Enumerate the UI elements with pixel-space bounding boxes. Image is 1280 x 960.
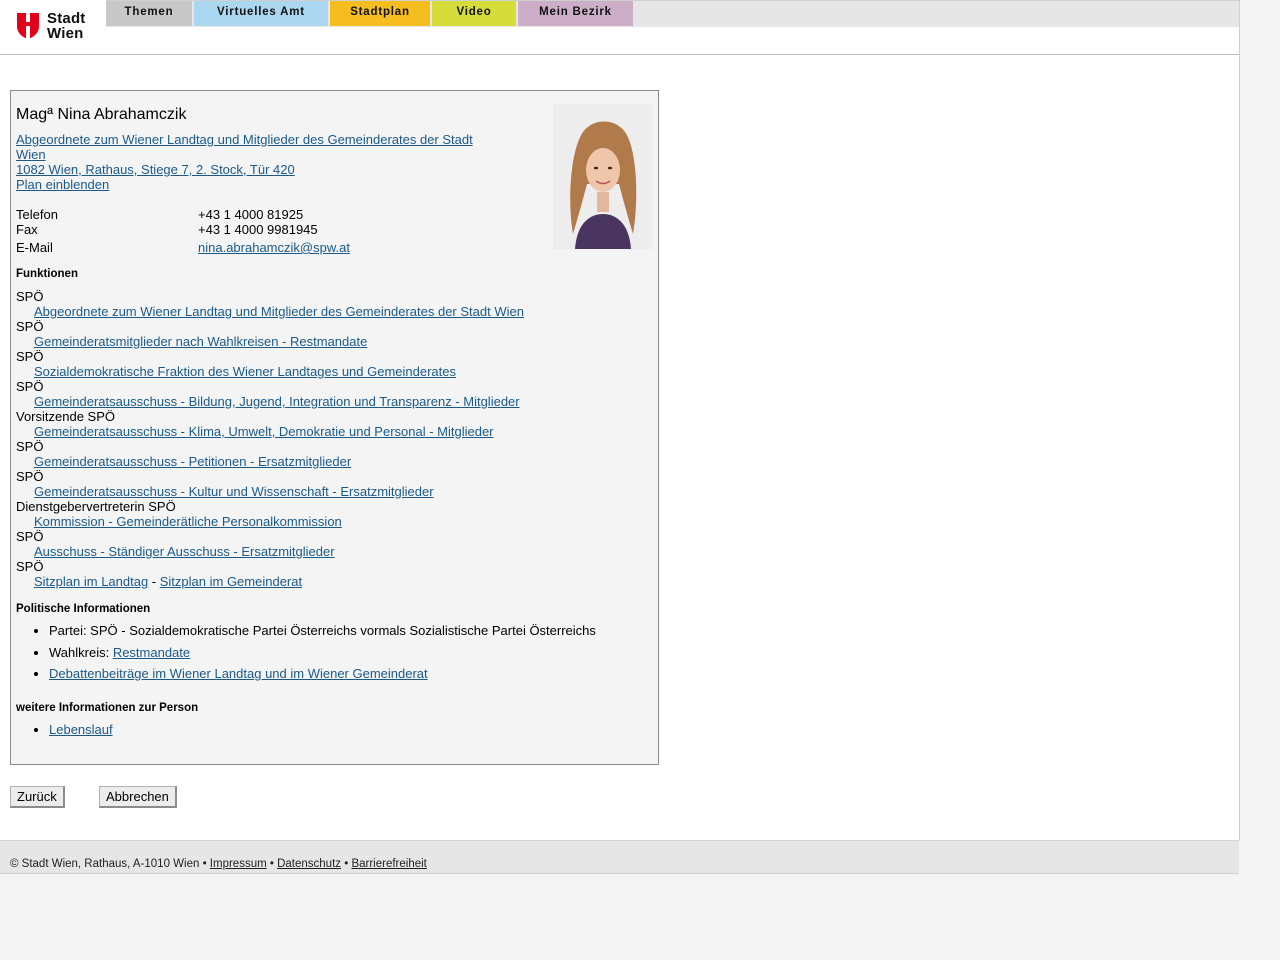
- sitzplan-landtag-link[interactable]: Sitzplan im Landtag: [34, 574, 148, 589]
- email-label: E-Mail: [16, 240, 53, 255]
- function-link[interactable]: Gemeinderatsausschuss - Bildung, Jugend,…: [34, 394, 520, 409]
- function-role: Vorsitzende SPÖ: [16, 409, 115, 424]
- function-link[interactable]: Gemeinderatsausschuss - Kultur und Wisse…: [34, 484, 434, 499]
- person-detail-card: Magª Nina Abrahamczik Abgeordnete zum Wi…: [10, 90, 659, 765]
- fax-value: +43 1 4000 9981945: [198, 222, 318, 237]
- person-address-block: Abgeordnete zum Wiener Landtag und Mitgl…: [16, 132, 486, 192]
- list-item: Debattenbeiträge im Wiener Landtag und i…: [49, 666, 596, 681]
- nav-tab-mein-bezirk[interactable]: Mein Bezirk: [518, 1, 633, 26]
- list-item: Wahlkreis: Restmandate: [49, 645, 596, 660]
- footer-separator: •: [341, 858, 352, 870]
- function-link[interactable]: Kommission - Gemeinderätliche Personalko…: [34, 514, 342, 529]
- function-link[interactable]: Gemeinderatsmitglieder nach Wahlkreisen …: [34, 334, 367, 349]
- function-role: SPÖ: [16, 529, 44, 544]
- function-role: SPÖ: [16, 319, 44, 334]
- weitere-informationen-heading: weitere Informationen zur Person: [16, 702, 199, 714]
- politische-informationen-list: Partei: SPÖ - Sozialdemokratische Partei…: [16, 623, 596, 681]
- function-role: SPÖ: [16, 559, 44, 574]
- site-header: Stadt Wien Themen Virtuelles Amt Stadtpl…: [0, 0, 1239, 55]
- vienna-shield-icon: [17, 13, 39, 39]
- email-link[interactable]: nina.abrahamczik@spw.at: [198, 240, 350, 255]
- nav-tab-themen[interactable]: Themen: [106, 1, 192, 26]
- wahlkreis-label: Wahlkreis:: [49, 645, 113, 660]
- function-link[interactable]: Ausschuss - Ständiger Ausschuss - Ersatz…: [34, 544, 335, 559]
- function-link[interactable]: Sozialdemokratische Fraktion des Wiener …: [34, 364, 456, 379]
- lebenslauf-link[interactable]: Lebenslauf: [49, 722, 113, 737]
- debattenbeitraege-link[interactable]: Debattenbeiträge im Wiener Landtag und i…: [49, 666, 428, 681]
- barrierefreiheit-link[interactable]: Barrierefreiheit: [351, 858, 426, 870]
- fax-label: Fax: [16, 222, 38, 237]
- role-link-line-1[interactable]: Abgeordnete zum Wiener Landtag und Mitgl…: [16, 132, 486, 147]
- portrait-photo: [553, 104, 653, 249]
- function-role: SPÖ: [16, 379, 44, 394]
- phone-value: +43 1 4000 81925: [198, 207, 304, 222]
- politische-informationen-heading: Politische Informationen: [16, 603, 151, 615]
- footer-separator: •: [266, 858, 278, 870]
- datenschutz-link[interactable]: Datenschutz: [277, 858, 341, 870]
- site-footer: © Stadt Wien, Rathaus, A-1010 Wien • Imp…: [0, 840, 1239, 874]
- person-name: Magª Nina Abrahamczik: [16, 106, 187, 123]
- plan-einblenden-link[interactable]: Plan einblenden: [16, 177, 486, 192]
- list-item: Partei: SPÖ - Sozialdemokratische Partei…: [49, 623, 596, 638]
- footer-copyright: © Stadt Wien, Rathaus, A-1010 Wien: [10, 858, 200, 870]
- nav-tab-virtuelles-amt[interactable]: Virtuelles Amt: [194, 1, 328, 26]
- function-role: SPÖ: [16, 439, 44, 454]
- main-navigation: Themen Virtuelles Amt Stadtplan Video Me…: [106, 0, 1239, 27]
- logo-text: Stadt Wien: [47, 11, 86, 41]
- wahlkreis-link[interactable]: Restmandate: [113, 645, 190, 660]
- list-item: Lebenslauf: [49, 722, 113, 737]
- logo-text-stadt: Stadt: [47, 10, 86, 27]
- phone-label: Telefon: [16, 207, 58, 222]
- logo-text-wien: Wien: [47, 25, 84, 42]
- nav-tab-stadtplan[interactable]: Stadtplan: [330, 1, 430, 26]
- function-link[interactable]: Gemeinderatsausschuss - Petitionen - Ers…: [34, 454, 351, 469]
- funktionen-list: SPÖ Abgeordnete zum Wiener Landtag und M…: [16, 289, 524, 589]
- stadt-wien-logo[interactable]: Stadt Wien: [16, 10, 96, 42]
- cancel-button[interactable]: Abbrechen: [99, 786, 177, 808]
- function-role: Dienstgebervertreterin SPÖ: [16, 499, 176, 514]
- function-link[interactable]: Gemeinderatsausschuss - Klima, Umwelt, D…: [34, 424, 494, 439]
- footer-separator: •: [199, 858, 210, 870]
- sitzplan-separator: -: [148, 574, 160, 589]
- address-link[interactable]: 1082 Wien, Rathaus, Stiege 7, 2. Stock, …: [16, 162, 486, 177]
- function-role: SPÖ: [16, 469, 44, 484]
- function-role: SPÖ: [16, 289, 44, 304]
- funktionen-heading: Funktionen: [16, 268, 78, 280]
- back-button[interactable]: Zurück: [10, 786, 65, 808]
- function-role: SPÖ: [16, 349, 44, 364]
- sitzplan-gemeinderat-link[interactable]: Sitzplan im Gemeinderat: [160, 574, 302, 589]
- role-link-line-2[interactable]: Wien: [16, 147, 486, 162]
- nav-tab-video[interactable]: Video: [432, 1, 516, 26]
- impressum-link[interactable]: Impressum: [210, 858, 267, 870]
- function-link[interactable]: Abgeordnete zum Wiener Landtag und Mitgl…: [34, 304, 524, 319]
- weitere-informationen-list: Lebenslauf: [16, 722, 113, 737]
- partei-text: Partei: SPÖ - Sozialdemokratische Partei…: [49, 623, 596, 638]
